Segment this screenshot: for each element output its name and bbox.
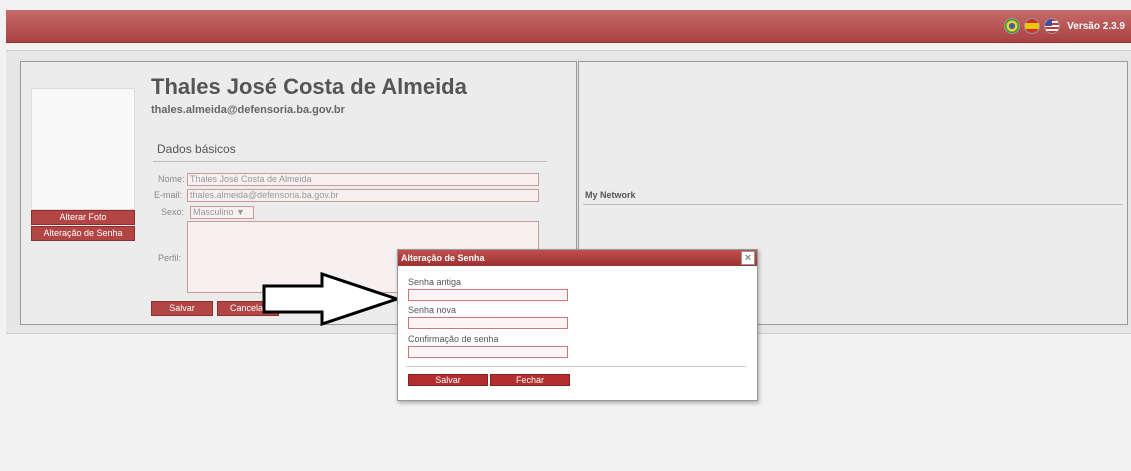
section-divider [153,161,547,162]
new-password-input[interactable] [408,317,568,329]
email-label: E-mail: [154,190,183,200]
version-label: Versão 2.3.9 [1067,20,1125,32]
profile-label: Perfil: [158,253,182,263]
language-switcher: Versão 2.3.9 [1004,18,1125,34]
profile-email: thales.almeida@defensoria.ba.gov.br [151,104,345,116]
new-password-label: Senha nova [408,305,457,315]
spain-flag-icon[interactable] [1024,18,1041,34]
top-bar: Versão 2.3.9 [6,10,1131,43]
profile-photo [31,88,135,210]
old-password-label: Senha antiga [408,277,462,287]
confirm-password-input[interactable] [408,346,568,358]
confirm-password-label: Confirmação de senha [408,334,499,344]
change-password-dialog: Alteração de Senha × Senha antiga Senha … [397,249,758,401]
profile-name: Thales José Costa de Almeida [151,74,467,99]
close-icon[interactable]: × [741,251,755,265]
change-photo-button[interactable]: Alterar Foto [31,210,135,225]
sex-select[interactable]: Masculino ▼ [190,206,254,219]
dialog-title: Alteração de Senha [401,253,485,263]
email-field[interactable]: thales.almeida@defensoria.ba.gov.br [187,189,539,202]
dialog-save-button[interactable]: Salvar [408,374,488,386]
dialog-close-button[interactable]: Fechar [490,374,570,386]
section-title: Dados básicos [157,142,236,156]
network-divider [583,204,1123,205]
name-field[interactable]: Thales José Costa de Almeida [187,173,539,186]
old-password-input[interactable] [408,289,568,301]
arrow-icon [262,272,402,326]
dialog-divider [406,366,746,367]
brazil-flag-icon[interactable] [1004,18,1021,34]
sex-value: Masculino [193,207,234,217]
name-label: Nome: [158,174,185,184]
dialog-title-bar: Alteração de Senha × [398,250,757,266]
sex-label: Sexo: [161,207,185,217]
change-password-button[interactable]: Alteração de Senha [31,226,135,241]
network-title: My Network [585,190,636,200]
save-button[interactable]: Salvar [151,301,213,316]
us-flag-icon[interactable] [1044,18,1061,34]
chevron-down-icon: ▼ [236,207,245,217]
